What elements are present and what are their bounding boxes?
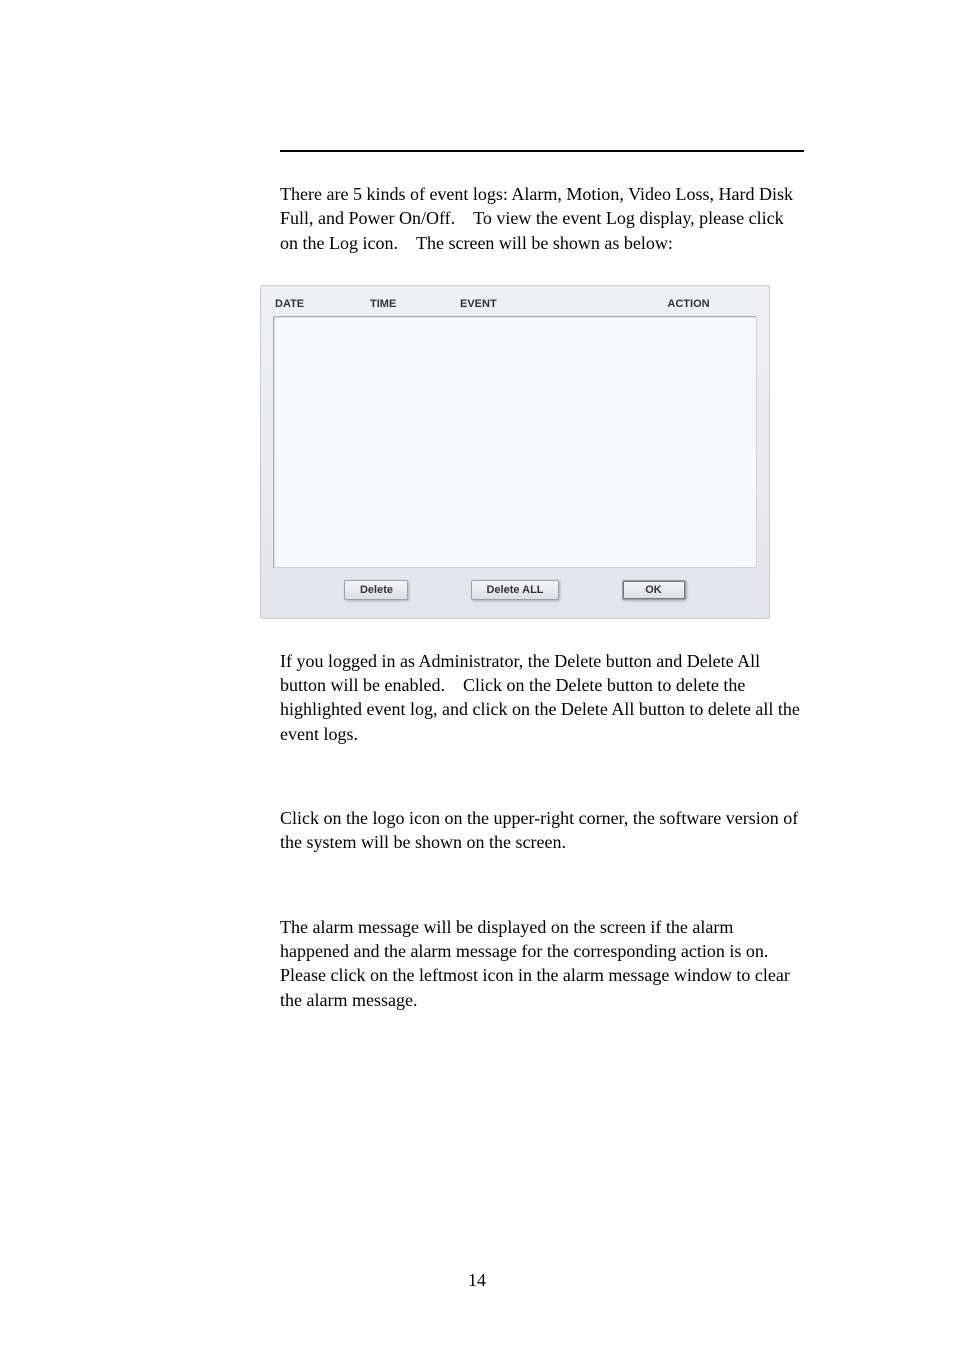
column-header-date: DATE xyxy=(275,298,370,310)
intro-paragraph: There are 5 kinds of event logs: Alarm, … xyxy=(280,182,804,255)
ok-button[interactable]: OK xyxy=(622,580,686,600)
admin-paragraph: If you logged in as Administrator, the D… xyxy=(280,649,804,746)
column-header-time: TIME xyxy=(370,298,460,310)
alarm-paragraph: The alarm message will be displayed on t… xyxy=(280,915,804,1012)
log-window-buttons: Delete Delete ALL OK xyxy=(273,568,757,606)
log-window-figure: DATE TIME EVENT ACTION Delete Delete ALL… xyxy=(260,285,804,619)
logo-paragraph: Click on the logo icon on the upper-righ… xyxy=(280,806,804,855)
column-header-action: ACTION xyxy=(610,298,757,310)
event-log-window: DATE TIME EVENT ACTION Delete Delete ALL… xyxy=(260,285,770,619)
document-page: There are 5 kinds of event logs: Alarm, … xyxy=(0,0,954,1351)
page-number: 14 xyxy=(0,1270,954,1291)
header-rule xyxy=(280,150,804,152)
column-header-event: EVENT xyxy=(460,298,610,310)
delete-all-button[interactable]: Delete ALL xyxy=(471,580,558,600)
log-column-headers: DATE TIME EVENT ACTION xyxy=(273,296,757,316)
log-list-area[interactable] xyxy=(273,316,757,568)
delete-button[interactable]: Delete xyxy=(344,580,408,600)
